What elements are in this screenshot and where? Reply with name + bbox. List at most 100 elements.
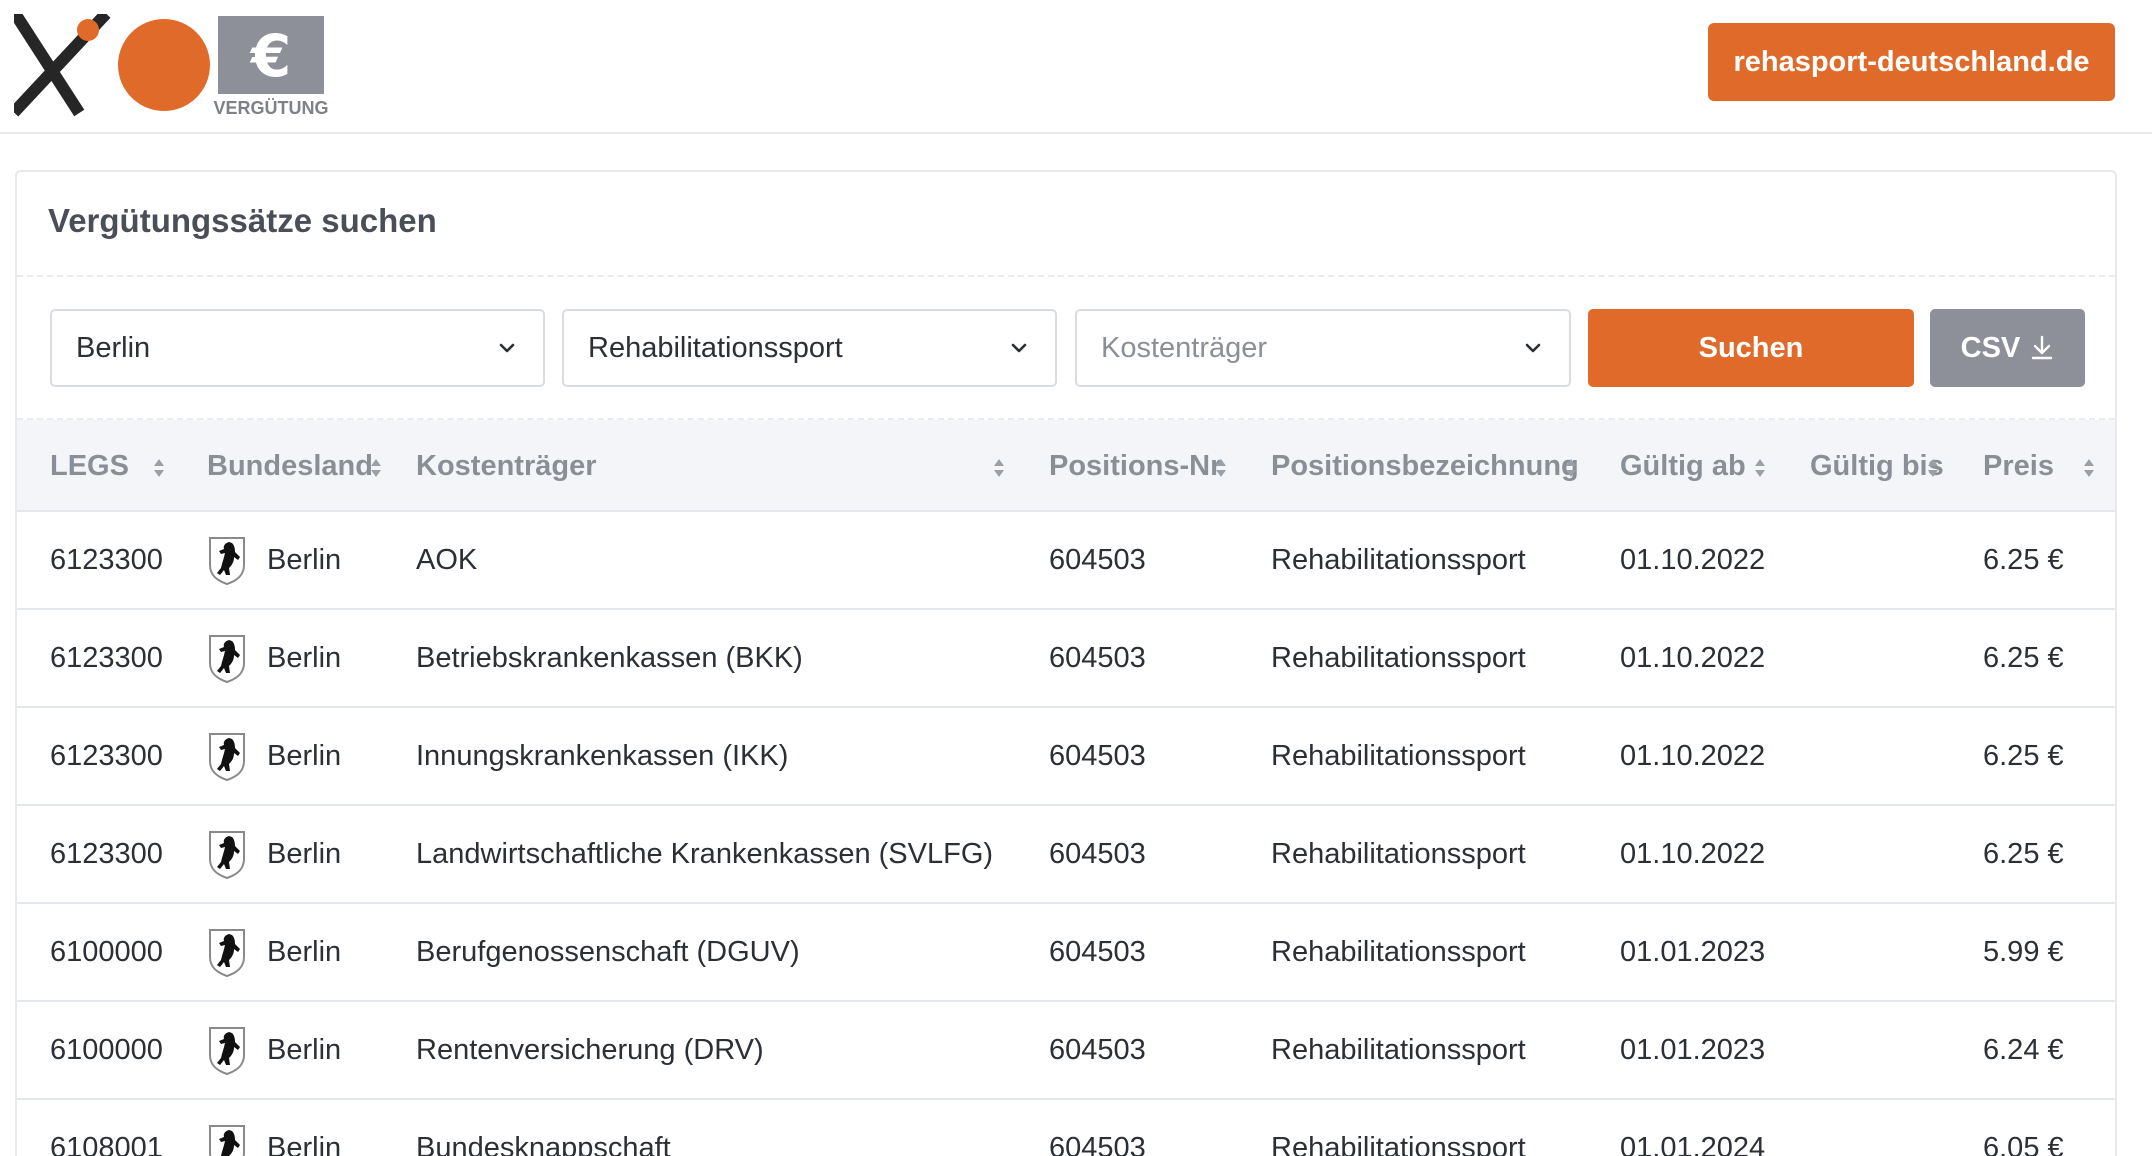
column-header-kostentraeger[interactable]: Kostenträger — [416, 420, 597, 512]
category-select[interactable]: Rehabilitationssport — [562, 309, 1057, 387]
table-row: 6123300 Berlin Innungskrankenkassen (IKK… — [17, 708, 2115, 806]
cell-position-nr: 604503 — [1049, 641, 1146, 674]
state-select-value: Berlin — [76, 331, 151, 364]
search-card: Vergütungssätze suchen Berlin Rehabilita… — [15, 170, 2117, 1156]
payer-select-placeholder: Kostenträger — [1101, 331, 1268, 364]
table-row: 6123300 Berlin Landwirtschaftliche Krank… — [17, 806, 2115, 904]
cell-state: Berlin — [207, 1002, 341, 1098]
cell-price: 6.25 € — [1983, 837, 2064, 870]
cell-position-nr: 604503 — [1049, 543, 1146, 576]
berlin-bear-icon — [209, 831, 245, 879]
sort-icon[interactable] — [369, 458, 383, 478]
top-header: € VERGÜTUNG rehasport-deutschland.de — [0, 0, 2152, 134]
csv-download-button[interactable]: CSV — [1930, 309, 2085, 387]
svg-text:€: € — [249, 22, 291, 90]
chevron-down-icon — [1525, 343, 1541, 353]
cell-valid-from: 01.10.2022 — [1620, 739, 1766, 772]
cell-state-label: Berlin — [267, 641, 342, 674]
berlin-bear-icon — [209, 1027, 245, 1075]
berlin-bear-icon — [209, 537, 245, 585]
cell-payer: Innungskrankenkassen (IKK) — [416, 739, 789, 772]
sort-icon[interactable] — [1753, 458, 1767, 478]
column-header-gueltig-ab[interactable]: Gültig ab — [1620, 420, 1746, 512]
cell-state-label: Berlin — [267, 837, 342, 870]
cell-valid-from: 01.10.2022 — [1620, 543, 1766, 576]
cell-legs: 6123300 — [50, 739, 163, 772]
berlin-bear-icon — [209, 635, 245, 683]
cell-payer: Landwirtschaftliche Krankenkassen (SVLFG… — [416, 837, 994, 870]
berlin-bear-icon — [209, 1125, 245, 1156]
cell-legs: 6123300 — [50, 543, 163, 576]
table-row: 6123300 Berlin Betriebskrankenkassen (BK… — [17, 610, 2115, 708]
cell-valid-from: 01.10.2022 — [1620, 837, 1766, 870]
cell-position-name: Rehabilitationssport — [1271, 837, 1526, 870]
logo-caption: VERGÜTUNG — [213, 98, 328, 118]
cell-payer: AOK — [416, 543, 478, 576]
card-title: Vergütungssätze suchen — [48, 202, 437, 239]
cell-legs: 6108001 — [50, 1131, 163, 1156]
column-header-bundesland[interactable]: Bundesland — [207, 420, 373, 512]
cell-state: Berlin — [207, 610, 341, 706]
cell-payer: Betriebskrankenkassen (BKK) — [416, 641, 803, 674]
cell-price: 6.05 € — [1983, 1131, 2064, 1156]
cell-price: 6.24 € — [1983, 1033, 2064, 1066]
cell-valid-from: 01.01.2023 — [1620, 935, 1766, 968]
cell-position-nr: 604503 — [1049, 1131, 1146, 1156]
cell-position-name: Rehabilitationssport — [1271, 1131, 1526, 1156]
category-select-value: Rehabilitationssport — [588, 331, 843, 364]
column-header-positions-nr[interactable]: Positions-Nr — [1049, 420, 1221, 512]
berlin-bear-icon — [209, 929, 245, 977]
cell-position-name: Rehabilitationssport — [1271, 1033, 1526, 1066]
cell-position-nr: 604503 — [1049, 739, 1146, 772]
cell-price: 6.25 € — [1983, 641, 2064, 674]
cell-valid-from: 01.01.2024 — [1620, 1131, 1766, 1156]
sort-icon[interactable] — [152, 458, 166, 478]
site-link-button[interactable]: rehasport-deutschland.de — [1708, 23, 2115, 101]
sort-icon[interactable] — [2082, 458, 2096, 478]
table-row: 6108001 Berlin Bundesknappschaft 604503 … — [17, 1100, 2115, 1156]
cell-position-name: Rehabilitationssport — [1271, 641, 1526, 674]
sort-icon[interactable] — [1214, 458, 1228, 478]
table-row: 6100000 Berlin Rentenversicherung (DRV) … — [17, 1002, 2115, 1100]
search-button[interactable]: Suchen — [1588, 309, 1914, 387]
cell-position-nr: 604503 — [1049, 837, 1146, 870]
cell-state: Berlin — [207, 512, 341, 608]
cell-state: Berlin — [207, 904, 341, 1000]
table-header: LEGS Bundesland Kostenträger Positions-N… — [17, 420, 2115, 512]
sort-icon[interactable] — [992, 458, 1006, 478]
sort-icon[interactable] — [1926, 458, 1940, 478]
cell-price: 5.99 € — [1983, 935, 2064, 968]
cell-state-label: Berlin — [267, 543, 342, 576]
cell-legs: 6123300 — [50, 837, 163, 870]
cell-state: Berlin — [207, 806, 341, 902]
column-header-legs[interactable]: LEGS — [50, 420, 129, 512]
download-icon — [2032, 335, 2053, 360]
cell-valid-from: 01.10.2022 — [1620, 641, 1766, 674]
cell-state-label: Berlin — [267, 935, 342, 968]
column-header-gueltig-bis[interactable]: Gültig bis — [1810, 420, 1944, 512]
cell-state: Berlin — [207, 708, 341, 804]
csv-button-label: CSV — [1960, 331, 2021, 364]
cell-payer: Bundesknappschaft — [416, 1131, 671, 1156]
cell-legs: 6100000 — [50, 935, 163, 968]
berlin-bear-icon — [209, 733, 245, 781]
column-header-positionsbezeichnung[interactable]: Positionsbezeichnung — [1271, 420, 1579, 512]
cell-state: Berlin — [207, 1100, 341, 1156]
cell-position-name: Rehabilitationssport — [1271, 739, 1526, 772]
cell-legs: 6100000 — [50, 1033, 163, 1066]
cell-price: 6.25 € — [1983, 543, 2064, 576]
divider — [17, 275, 2115, 277]
table-row: 6100000 Berlin Berufgenossenschaft (DGUV… — [17, 904, 2115, 1002]
table-row: 6123300 Berlin AOK 604503 Rehabilitation… — [17, 512, 2115, 610]
cell-state-label: Berlin — [267, 1131, 342, 1156]
vergutung-logo[interactable]: € VERGÜTUNG — [14, 14, 334, 118]
column-header-preis[interactable]: Preis — [1983, 420, 2054, 512]
cell-state-label: Berlin — [267, 739, 342, 772]
chevron-down-icon — [1011, 343, 1027, 353]
payer-select[interactable]: Kostenträger — [1075, 309, 1571, 387]
cell-price: 6.25 € — [1983, 739, 2064, 772]
cell-payer: Rentenversicherung (DRV) — [416, 1033, 764, 1066]
state-select[interactable]: Berlin — [50, 309, 545, 387]
cell-payer: Berufgenossenschaft (DGUV) — [416, 935, 800, 968]
sort-icon[interactable] — [1564, 458, 1578, 478]
